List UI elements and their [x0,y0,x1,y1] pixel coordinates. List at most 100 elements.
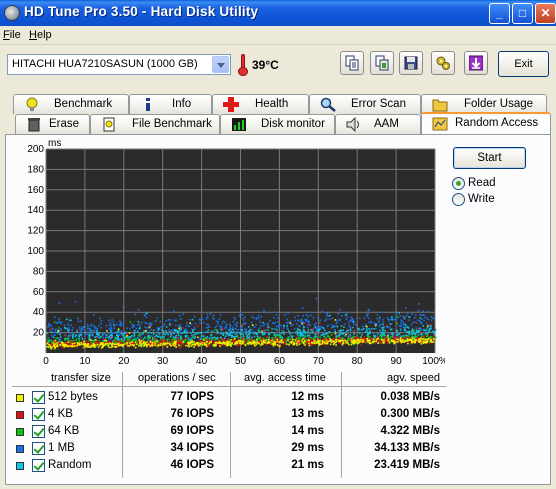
scatter-point [418,338,421,340]
scatter-point [303,335,306,338]
scatter-point [294,331,297,334]
scatter-point [215,320,218,323]
scatter-point [400,324,403,326]
scatter-point [297,335,300,337]
scatter-point [72,327,74,329]
title-bar[interactable]: HD Tune Pro 3.50 - Hard Disk Utility _ □… [0,0,556,26]
scatter-point [200,332,203,334]
scatter-point [84,331,87,334]
scatter-point [326,337,328,340]
scatter-point [60,322,62,325]
scatter-point [91,345,94,348]
tab-disk-monitor[interactable]: Disk monitor [220,114,335,134]
scatter-point [225,326,228,329]
scatter-point [404,329,406,332]
scatter-point [393,318,396,321]
scatter-point [199,319,202,321]
scatter-point [427,318,430,321]
save-button[interactable] [399,51,423,75]
row-checkbox[interactable] [32,425,45,438]
scatter-point [182,327,184,329]
close-button[interactable]: ✕ [535,3,556,24]
scatter-point [110,330,112,333]
maximize-button[interactable]: □ [512,3,533,24]
tab-health[interactable]: Health [212,94,309,114]
copy-button[interactable] [340,51,364,75]
menu-help[interactable]: Help [29,29,52,41]
row-checkbox[interactable] [32,442,45,455]
scatter-point [347,329,349,332]
scatter-point [293,342,295,345]
write-radio-label[interactable]: Write [468,193,495,205]
scatter-point [59,331,61,334]
scatter-point [138,345,140,347]
copy-all-button[interactable] [370,51,394,75]
tab-erase[interactable]: Erase [15,114,90,134]
scatter-point [336,325,339,328]
scatter-point [177,332,180,335]
scatter-point [327,315,330,317]
scatter-point [326,335,329,338]
scatter-point [226,340,228,343]
scatter-point [71,341,74,343]
scatter-point [150,329,152,331]
scatter-point [229,326,231,328]
scatter-point [387,334,389,337]
scatter-point [96,328,98,330]
speed-cell: 0.300 MB/s [380,408,440,420]
scatter-point [296,331,299,333]
tab-error-scan[interactable]: Error Scan [309,94,421,114]
options-button[interactable] [431,51,455,75]
scatter-point [206,341,209,343]
minimize-button[interactable]: _ [489,3,510,24]
scatter-point [91,334,94,336]
scatter-point [308,344,311,347]
scatter-point [408,316,410,318]
scatter-point [274,328,277,330]
scatter-point [307,315,310,318]
scatter-point [417,334,420,336]
scatter-point [434,328,437,331]
exit-button[interactable]: Exit [498,51,549,77]
scatter-point [289,332,291,335]
scatter-point [428,329,431,331]
scatter-point [152,333,155,335]
menu-file[interactable]: File [3,29,21,41]
scatter-point [174,344,176,347]
scatter-point [150,341,152,343]
scatter-point [253,335,256,338]
scatter-point [369,332,371,335]
scatter-point [67,345,70,348]
start-button[interactable]: Start [453,147,526,169]
scatter-point [277,337,280,340]
chevron-down-icon[interactable] [212,56,229,73]
scatter-point [322,327,324,329]
scatter-point [336,319,339,322]
scatter-point [241,314,244,316]
row-checkbox[interactable] [32,408,45,421]
scatter-point [81,326,84,328]
scatter-point [201,342,203,344]
scatter-point [316,338,318,340]
tab-benchmark[interactable]: Benchmark [13,94,129,114]
drive-select[interactable]: HITACHI HUA7210SASUN (1000 GB) [7,54,231,75]
scatter-point [395,336,397,338]
tab-aam[interactable]: AAM [335,114,421,134]
scatter-point [360,335,362,338]
tab-file-benchmark[interactable]: File Benchmark [90,114,220,134]
read-radio[interactable] [452,177,465,190]
download-button[interactable] [464,51,488,75]
tab-info[interactable]: Info [129,94,212,114]
scatter-point [287,312,289,315]
scatter-point [76,344,78,347]
tab-folder-usage[interactable]: Folder Usage [421,94,547,114]
x-tick-label: 40 [196,356,208,366]
write-radio[interactable] [452,193,465,206]
row-checkbox[interactable] [32,391,45,404]
scatter-point [75,338,78,341]
read-radio-label[interactable]: Read [468,177,496,189]
scatter-point [241,341,244,343]
tab-random-access[interactable]: Random Access [421,112,551,134]
row-checkbox[interactable] [32,459,45,472]
scatter-point [83,343,86,346]
